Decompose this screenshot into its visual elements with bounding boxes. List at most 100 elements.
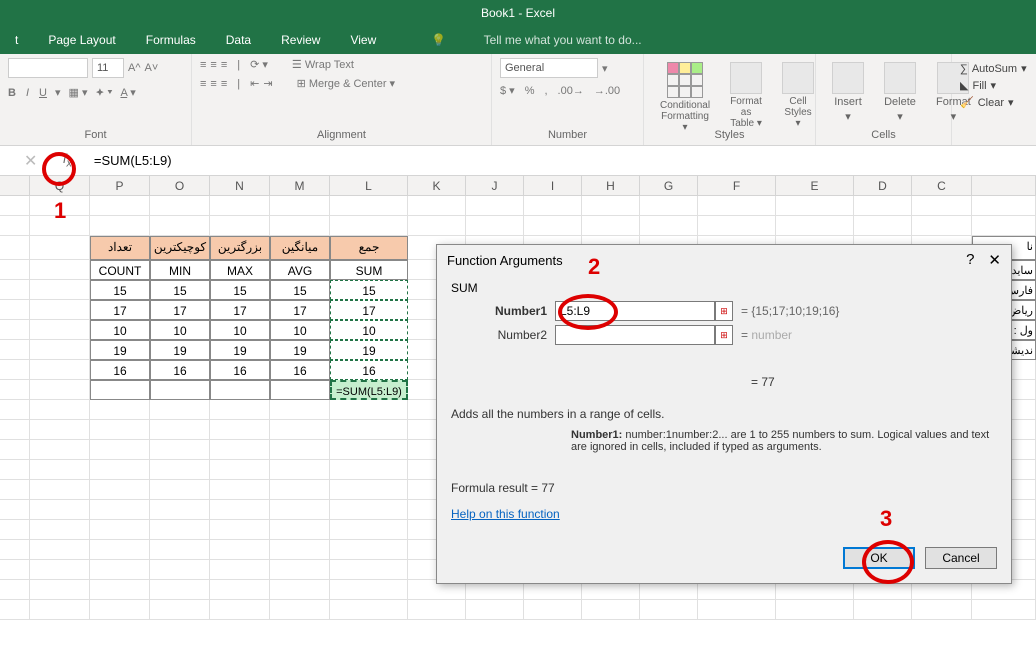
italic-button[interactable]: I [26, 87, 29, 99]
inc-decimal-icon[interactable]: .00→ [558, 85, 584, 97]
table-cell[interactable]: 17 [270, 300, 330, 320]
format-as-table-button[interactable]: Format asTable ▾ [722, 58, 770, 133]
fill-color-icon[interactable]: 🟆 ▾ [95, 84, 112, 101]
table-cell[interactable]: 19 [270, 340, 330, 360]
table-cell[interactable]: 17 [330, 300, 408, 320]
fill-button[interactable]: ◣ Fill ▾ [960, 77, 1027, 94]
table-cell[interactable]: 10 [330, 320, 408, 340]
table-cell[interactable]: 17 [150, 300, 210, 320]
cancel-button[interactable]: Cancel [925, 547, 997, 569]
autosum-button[interactable]: ∑ AutoSum ▾ [960, 60, 1027, 77]
col-h[interactable]: H [582, 176, 640, 195]
tab-partial[interactable]: t [0, 26, 33, 54]
table-cell[interactable]: 16 [270, 360, 330, 380]
align-right-icon[interactable]: ≡ [221, 78, 227, 90]
active-cell-sum[interactable]: =SUM(L5:L9) [330, 380, 408, 400]
col-d[interactable]: D [854, 176, 912, 195]
font-name-combo[interactable] [8, 58, 88, 78]
orientation-icon[interactable]: ⟳ ▾ [250, 58, 268, 71]
dialog-titlebar[interactable]: Function Arguments ? ✕ [437, 245, 1011, 275]
table-cell[interactable]: 15 [330, 280, 408, 300]
dec-decimal-icon[interactable]: →.00 [594, 85, 620, 97]
indent-inc-icon[interactable]: ⇥ [263, 77, 272, 90]
enter-formula-icon[interactable]: ✓ [41, 151, 54, 171]
comma-icon[interactable]: , [544, 85, 547, 97]
table-cell[interactable]: 10 [90, 320, 150, 340]
table-cell[interactable]: 17 [90, 300, 150, 320]
align-mid-icon[interactable]: ≡ [210, 59, 216, 71]
bold-button[interactable]: B [8, 87, 16, 99]
underline-button[interactable]: U [39, 87, 47, 99]
number1-input[interactable] [555, 301, 715, 321]
number-format-combo[interactable] [500, 58, 598, 78]
table-cell[interactable]: 10 [270, 320, 330, 340]
range-picker-icon[interactable]: ⊞ [715, 301, 733, 321]
merge-center-button[interactable]: ⊞ Merge & Center ▾ [297, 77, 396, 90]
table-cell[interactable]: 19 [150, 340, 210, 360]
col-e[interactable]: E [776, 176, 854, 195]
col-j[interactable]: J [466, 176, 524, 195]
table-cell[interactable]: 17 [210, 300, 270, 320]
tab-page-layout[interactable]: Page Layout [33, 26, 130, 54]
font-color-icon[interactable]: A ▾ [120, 86, 135, 99]
increase-font-icon[interactable]: A^ [128, 62, 141, 74]
col-l[interactable]: L [330, 176, 408, 195]
table-cell[interactable]: 16 [210, 360, 270, 380]
accounting-icon[interactable]: $ ▾ [500, 84, 515, 97]
close-icon[interactable]: ✕ [988, 251, 1001, 269]
table-cell[interactable]: 10 [150, 320, 210, 340]
col-c[interactable]: C [912, 176, 972, 195]
table-cell[interactable]: 10 [210, 320, 270, 340]
formula-input[interactable] [88, 151, 1036, 170]
col-k[interactable]: K [408, 176, 466, 195]
help-icon[interactable]: ? [966, 251, 974, 269]
decrease-font-icon[interactable]: A˅ [145, 62, 159, 74]
col-i[interactable]: I [524, 176, 582, 195]
align-center-icon[interactable]: ≡ [210, 78, 216, 90]
tab-review[interactable]: Review [266, 26, 335, 54]
table-cell[interactable]: 19 [210, 340, 270, 360]
table-cell[interactable]: 16 [330, 360, 408, 380]
indent-dec-icon[interactable]: ⇤ [250, 77, 259, 90]
align-left-icon[interactable]: ≡ [200, 78, 206, 90]
table-cell[interactable]: 15 [90, 280, 150, 300]
table-cell[interactable] [270, 380, 330, 400]
table-cell[interactable] [210, 380, 270, 400]
ok-button[interactable]: OK [843, 547, 915, 569]
table-cell[interactable]: 15 [150, 280, 210, 300]
tab-formulas[interactable]: Formulas [131, 26, 211, 54]
tab-view[interactable]: View [335, 26, 391, 54]
conditional-formatting-button[interactable]: ConditionalFormatting ▾ [652, 58, 718, 137]
col-o[interactable]: O [150, 176, 210, 195]
tab-data[interactable]: Data [211, 26, 266, 54]
wrap-text-button[interactable]: ☰ Wrap Text [292, 58, 354, 71]
table-cell[interactable]: 16 [150, 360, 210, 380]
col-n[interactable]: N [210, 176, 270, 195]
align-bot-icon[interactable]: ≡ [221, 59, 227, 71]
insert-button[interactable]: Insert▾ [824, 58, 872, 127]
table-cell[interactable]: 16 [90, 360, 150, 380]
border-icon[interactable]: ▦ ▾ [69, 86, 88, 99]
cell-styles-button[interactable]: CellStyles ▾ [774, 58, 822, 133]
align-top-icon[interactable]: ≡ [200, 59, 206, 71]
percent-icon[interactable]: % [525, 85, 535, 97]
table-cell[interactable] [90, 380, 150, 400]
cancel-formula-icon[interactable]: ✕ [24, 151, 37, 171]
number2-input[interactable] [555, 325, 715, 345]
col-p[interactable]: P [90, 176, 150, 195]
font-size-combo[interactable] [92, 58, 124, 78]
delete-button[interactable]: Delete▾ [876, 58, 924, 127]
help-link[interactable]: Help on this function [451, 507, 560, 521]
fx-button[interactable]: fx [59, 151, 76, 170]
tell-me-box[interactable]: 💡 Tell me what you want to do... [401, 26, 671, 54]
clear-button[interactable]: 🧹 Clear ▾ [960, 94, 1027, 111]
table-cell[interactable]: 19 [90, 340, 150, 360]
table-cell[interactable]: 15 [210, 280, 270, 300]
col-m[interactable]: M [270, 176, 330, 195]
col-f[interactable]: F [698, 176, 776, 195]
table-cell[interactable]: 19 [330, 340, 408, 360]
range-picker-icon[interactable]: ⊞ [715, 325, 733, 345]
col-q[interactable]: Q [30, 176, 90, 195]
table-cell[interactable]: 15 [270, 280, 330, 300]
table-cell[interactable] [150, 380, 210, 400]
